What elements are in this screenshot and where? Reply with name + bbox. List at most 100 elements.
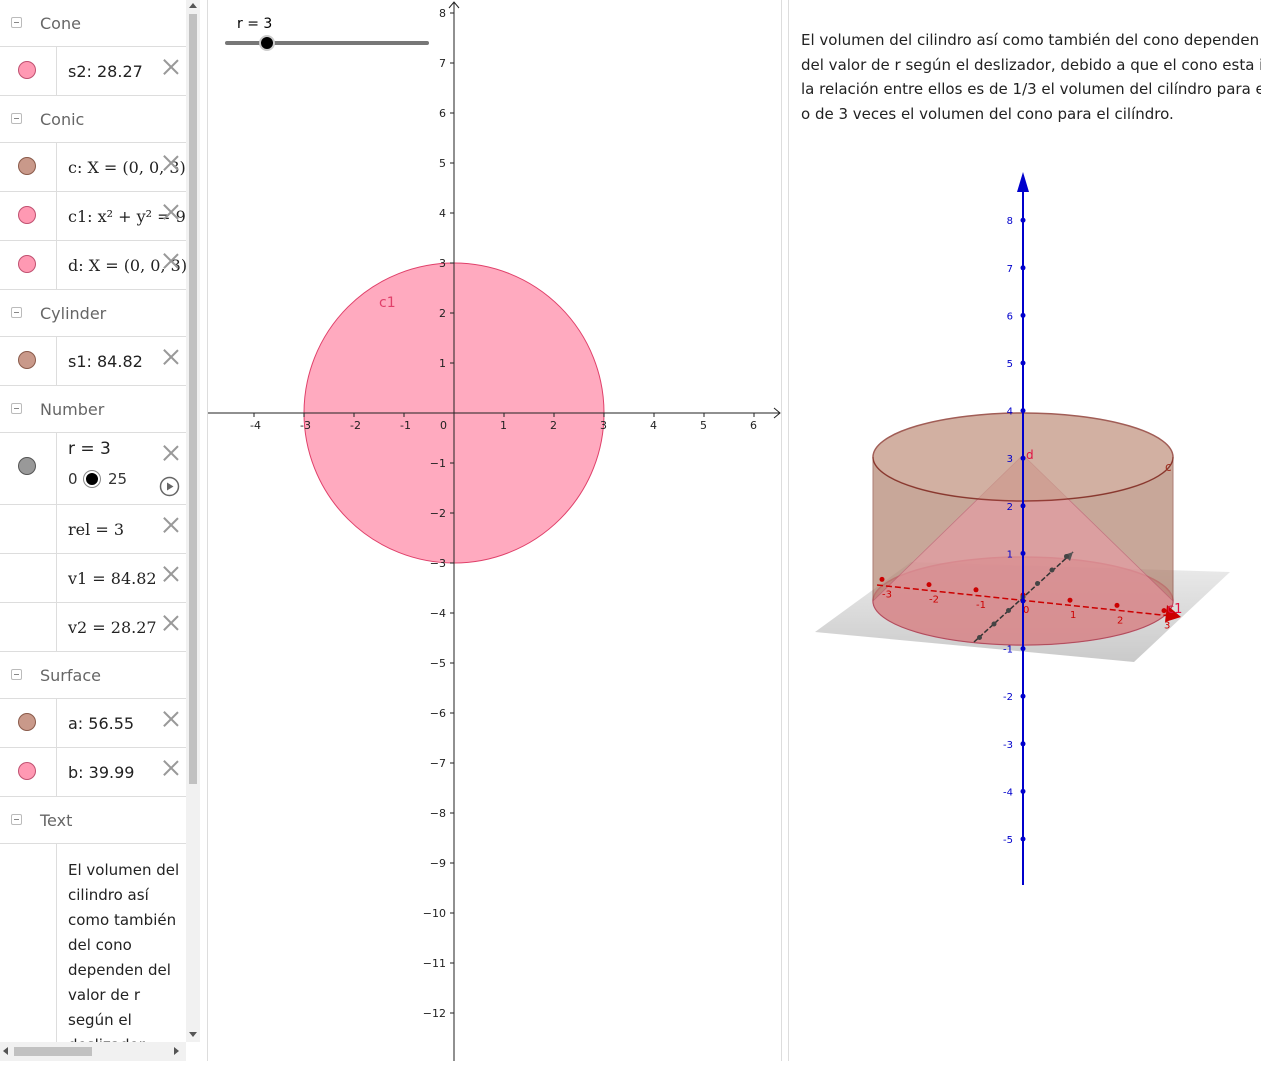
item-definition[interactable]: b: 39.99 xyxy=(68,763,134,782)
slider-knob[interactable] xyxy=(84,471,100,487)
y-tick-label: −5 xyxy=(430,657,446,670)
algebra-item-c1[interactable]: c1: x² + y² = 9 xyxy=(0,192,186,241)
close-icon[interactable] xyxy=(163,204,179,220)
visibility-toggle-marble[interactable] xyxy=(18,61,36,79)
item-definition[interactable]: v1 = 84.82 xyxy=(68,569,157,588)
algebra-vertical-scrollbar[interactable] xyxy=(186,0,200,1042)
item-definition[interactable]: r = 3 xyxy=(68,439,111,459)
panel-divider[interactable] xyxy=(200,0,208,1061)
slider-knob-r[interactable] xyxy=(259,35,275,51)
scroll-down-arrow-icon[interactable] xyxy=(189,1032,197,1037)
visibility-toggle-marble[interactable] xyxy=(18,255,36,273)
algebra-item-s2[interactable]: s2: 28.27 xyxy=(0,47,186,96)
algebra-item-r-slider[interactable]: r = 3 0 25 xyxy=(0,433,186,505)
close-icon[interactable] xyxy=(163,349,179,365)
group-header-surface[interactable]: Surface xyxy=(0,652,186,699)
z-tick-label: -1 xyxy=(1003,645,1013,656)
item-definition[interactable]: a: 56.55 xyxy=(68,714,134,733)
marble-cell xyxy=(0,143,57,191)
graphics-3d-canvas[interactable]: -3 -2 -1 0 1 2 3 87654321-1-2-3-4-5 d c c1 xyxy=(789,0,1261,1061)
close-icon[interactable] xyxy=(163,445,179,461)
y-tick-label: 6 xyxy=(439,107,446,120)
close-icon[interactable] xyxy=(163,253,179,269)
collapse-icon[interactable] xyxy=(11,403,22,414)
z-tick-mark xyxy=(1020,646,1026,652)
x-tick-mark xyxy=(1114,602,1120,608)
z-tick-label: 5 xyxy=(1007,359,1013,370)
y-tick-label: 7 xyxy=(439,57,446,70)
scroll-left-arrow-icon[interactable] xyxy=(3,1047,8,1055)
z-tick-mark xyxy=(1020,598,1026,604)
graphics-view-3d[interactable]: El volumen del cilindro así como también… xyxy=(789,0,1261,1061)
y-tick-mark xyxy=(1006,608,1011,613)
x-tick-label: 5 xyxy=(700,419,707,432)
algebra-horizontal-scrollbar[interactable] xyxy=(0,1042,186,1061)
algebra-item-c[interactable]: c: X = (0, 0, 3) xyxy=(0,143,186,192)
group-header-cone[interactable]: Cone xyxy=(0,0,186,47)
z-tick-label: 7 xyxy=(1007,264,1013,275)
visibility-toggle-marble[interactable] xyxy=(18,351,36,369)
panel-divider[interactable] xyxy=(781,0,789,1061)
marble-cell xyxy=(0,505,57,553)
group-header-number[interactable]: Number xyxy=(0,386,186,433)
z-tick-label: 2 xyxy=(1007,502,1013,513)
y-tick-label: −12 xyxy=(423,1007,446,1020)
z-tick-label: -5 xyxy=(1003,835,1013,846)
scroll-thumb[interactable] xyxy=(189,14,197,784)
label-c[interactable]: c xyxy=(1165,460,1172,474)
close-icon[interactable] xyxy=(163,711,179,727)
collapse-icon[interactable] xyxy=(11,669,22,680)
marble-cell xyxy=(0,337,57,385)
algebra-item-v1[interactable]: v1 = 84.82 xyxy=(0,554,186,603)
item-definition[interactable]: v2 = 28.27 xyxy=(68,618,157,637)
collapse-icon[interactable] xyxy=(11,814,22,825)
x-tick-mark xyxy=(973,587,979,593)
graphics-view-2d[interactable]: c1 -4 -3 -2 -1 0 1 2 3 4 5 6 8 7 6 5 4 3 2 1 −1 −2 −3 −4 −5 −6 −… xyxy=(208,0,782,1061)
close-icon[interactable] xyxy=(163,155,179,171)
x-tick-label: 4 xyxy=(650,419,657,432)
close-icon[interactable] xyxy=(163,566,179,582)
label-d[interactable]: d xyxy=(1026,448,1034,462)
algebra-item-d[interactable]: d: X = (0, 0, 3) xyxy=(0,241,186,290)
play-icon[interactable] xyxy=(159,476,180,497)
slider-min: 0 xyxy=(68,470,78,488)
close-icon[interactable] xyxy=(163,856,179,872)
visibility-toggle-marble[interactable] xyxy=(18,713,36,731)
scroll-thumb[interactable] xyxy=(14,1047,92,1056)
item-definition[interactable]: rel = 3 xyxy=(68,520,124,539)
algebra-item-s1[interactable]: s1: 84.82 xyxy=(0,337,186,386)
x-tick-mark xyxy=(879,576,885,582)
algebra-item-a[interactable]: a: 56.55 xyxy=(0,699,186,748)
group-header-conic[interactable]: Conic xyxy=(0,96,186,143)
group-header-cylinder[interactable]: Cylinder xyxy=(0,290,186,337)
visibility-toggle-marble[interactable] xyxy=(18,206,36,224)
text-definition[interactable]: El volumen del cilindro así como también… xyxy=(68,858,180,1042)
z-tick-mark xyxy=(1020,788,1026,794)
marble-cell xyxy=(0,554,57,602)
close-icon[interactable] xyxy=(163,59,179,75)
close-icon[interactable] xyxy=(163,760,179,776)
scroll-up-arrow-icon[interactable] xyxy=(189,3,197,8)
algebra-item-v2[interactable]: v2 = 28.27 xyxy=(0,603,186,652)
visibility-toggle-marble[interactable] xyxy=(18,457,36,475)
scroll-right-arrow-icon[interactable] xyxy=(174,1047,179,1055)
item-definition[interactable]: s2: 28.27 xyxy=(68,62,143,81)
visibility-toggle-marble[interactable] xyxy=(18,157,36,175)
graphics-2d-canvas[interactable]: c1 -4 -3 -2 -1 0 1 2 3 4 5 6 8 7 6 5 4 3 2 1 −1 −2 −3 −4 −5 −6 −… xyxy=(208,0,782,1061)
circle-label-c1[interactable]: c1 xyxy=(379,295,396,311)
marble-cell xyxy=(0,47,57,95)
algebra-item-b[interactable]: b: 39.99 xyxy=(0,748,186,797)
z-tick-mark xyxy=(1020,741,1026,747)
group-header-text[interactable]: Text xyxy=(0,797,186,844)
algebra-item-rel[interactable]: rel = 3 xyxy=(0,505,186,554)
close-icon[interactable] xyxy=(163,517,179,533)
close-icon[interactable] xyxy=(163,615,179,631)
collapse-icon[interactable] xyxy=(11,307,22,318)
y-tick-label: −1 xyxy=(430,457,446,470)
visibility-toggle-marble[interactable] xyxy=(18,762,36,780)
algebra-item-text[interactable]: El volumen del cilindro así como también… xyxy=(0,844,186,1042)
label-c1[interactable]: c1 xyxy=(1167,602,1182,617)
item-definition[interactable]: s1: 84.82 xyxy=(68,352,143,371)
collapse-icon[interactable] xyxy=(11,113,22,124)
collapse-icon[interactable] xyxy=(11,17,22,28)
